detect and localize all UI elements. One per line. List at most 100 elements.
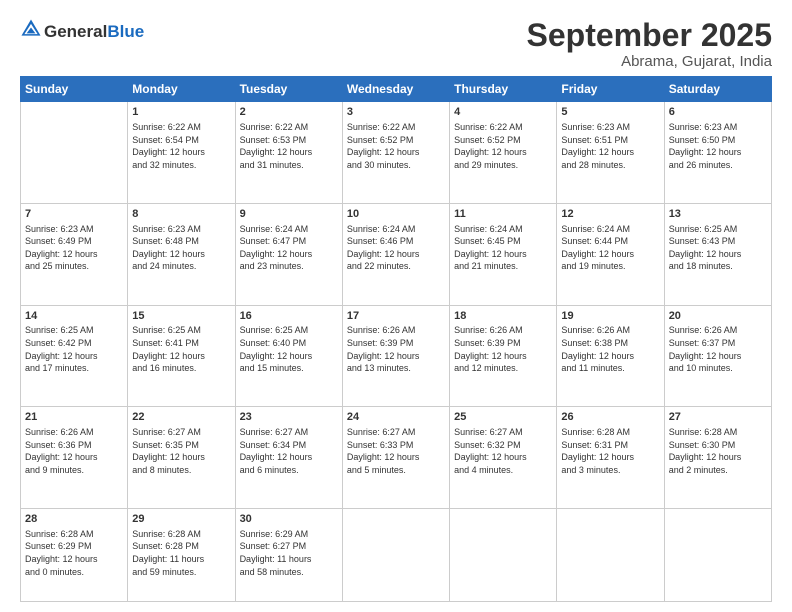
day-info: Sunrise: 6:26 AM Sunset: 6:38 PM Dayligh… bbox=[561, 324, 659, 374]
day-number: 30 bbox=[240, 512, 338, 527]
calendar-cell: 2Sunrise: 6:22 AM Sunset: 6:53 PM Daylig… bbox=[235, 102, 342, 204]
calendar-cell bbox=[450, 508, 557, 601]
title-block: September 2025 Abrama, Gujarat, India bbox=[527, 18, 772, 70]
calendar-week-5: 28Sunrise: 6:28 AM Sunset: 6:29 PM Dayli… bbox=[21, 508, 772, 601]
day-info: Sunrise: 6:26 AM Sunset: 6:39 PM Dayligh… bbox=[347, 324, 445, 374]
calendar-week-3: 14Sunrise: 6:25 AM Sunset: 6:42 PM Dayli… bbox=[21, 305, 772, 407]
day-number: 23 bbox=[240, 410, 338, 425]
day-number: 10 bbox=[347, 207, 445, 222]
day-number: 5 bbox=[561, 105, 659, 120]
day-number: 3 bbox=[347, 105, 445, 120]
calendar-cell: 22Sunrise: 6:27 AM Sunset: 6:35 PM Dayli… bbox=[128, 407, 235, 509]
calendar-cell: 4Sunrise: 6:22 AM Sunset: 6:52 PM Daylig… bbox=[450, 102, 557, 204]
day-info: Sunrise: 6:24 AM Sunset: 6:44 PM Dayligh… bbox=[561, 223, 659, 273]
calendar-cell: 21Sunrise: 6:26 AM Sunset: 6:36 PM Dayli… bbox=[21, 407, 128, 509]
day-number: 9 bbox=[240, 207, 338, 222]
day-number: 24 bbox=[347, 410, 445, 425]
calendar-cell: 6Sunrise: 6:23 AM Sunset: 6:50 PM Daylig… bbox=[664, 102, 771, 204]
day-number: 16 bbox=[240, 309, 338, 324]
day-info: Sunrise: 6:28 AM Sunset: 6:28 PM Dayligh… bbox=[132, 528, 230, 578]
calendar-cell: 26Sunrise: 6:28 AM Sunset: 6:31 PM Dayli… bbox=[557, 407, 664, 509]
calendar-week-4: 21Sunrise: 6:26 AM Sunset: 6:36 PM Dayli… bbox=[21, 407, 772, 509]
calendar-cell: 19Sunrise: 6:26 AM Sunset: 6:38 PM Dayli… bbox=[557, 305, 664, 407]
calendar-cell: 11Sunrise: 6:24 AM Sunset: 6:45 PM Dayli… bbox=[450, 203, 557, 305]
weekday-header-friday: Friday bbox=[557, 77, 664, 102]
calendar-cell: 8Sunrise: 6:23 AM Sunset: 6:48 PM Daylig… bbox=[128, 203, 235, 305]
day-number: 26 bbox=[561, 410, 659, 425]
calendar-cell bbox=[342, 508, 449, 601]
weekday-header-thursday: Thursday bbox=[450, 77, 557, 102]
weekday-header-monday: Monday bbox=[128, 77, 235, 102]
day-number: 17 bbox=[347, 309, 445, 324]
calendar-cell: 12Sunrise: 6:24 AM Sunset: 6:44 PM Dayli… bbox=[557, 203, 664, 305]
header: GeneralBlue September 2025 Abrama, Gujar… bbox=[20, 18, 772, 70]
day-info: Sunrise: 6:25 AM Sunset: 6:42 PM Dayligh… bbox=[25, 324, 123, 374]
calendar-cell: 3Sunrise: 6:22 AM Sunset: 6:52 PM Daylig… bbox=[342, 102, 449, 204]
day-number: 7 bbox=[25, 207, 123, 222]
calendar-cell: 27Sunrise: 6:28 AM Sunset: 6:30 PM Dayli… bbox=[664, 407, 771, 509]
logo-blue: Blue bbox=[107, 22, 144, 41]
weekday-header-saturday: Saturday bbox=[664, 77, 771, 102]
calendar-cell: 18Sunrise: 6:26 AM Sunset: 6:39 PM Dayli… bbox=[450, 305, 557, 407]
day-number: 28 bbox=[25, 512, 123, 527]
calendar-cell: 10Sunrise: 6:24 AM Sunset: 6:46 PM Dayli… bbox=[342, 203, 449, 305]
day-number: 2 bbox=[240, 105, 338, 120]
day-number: 27 bbox=[669, 410, 767, 425]
day-info: Sunrise: 6:25 AM Sunset: 6:40 PM Dayligh… bbox=[240, 324, 338, 374]
day-number: 21 bbox=[25, 410, 123, 425]
day-info: Sunrise: 6:25 AM Sunset: 6:43 PM Dayligh… bbox=[669, 223, 767, 273]
day-number: 13 bbox=[669, 207, 767, 222]
calendar-cell: 28Sunrise: 6:28 AM Sunset: 6:29 PM Dayli… bbox=[21, 508, 128, 601]
day-info: Sunrise: 6:22 AM Sunset: 6:52 PM Dayligh… bbox=[454, 121, 552, 171]
day-info: Sunrise: 6:29 AM Sunset: 6:27 PM Dayligh… bbox=[240, 528, 338, 578]
calendar-cell: 9Sunrise: 6:24 AM Sunset: 6:47 PM Daylig… bbox=[235, 203, 342, 305]
day-number: 4 bbox=[454, 105, 552, 120]
calendar-cell: 5Sunrise: 6:23 AM Sunset: 6:51 PM Daylig… bbox=[557, 102, 664, 204]
day-number: 14 bbox=[25, 309, 123, 324]
weekday-header-row: SundayMondayTuesdayWednesdayThursdayFrid… bbox=[21, 77, 772, 102]
calendar-cell bbox=[21, 102, 128, 204]
day-info: Sunrise: 6:22 AM Sunset: 6:52 PM Dayligh… bbox=[347, 121, 445, 171]
calendar-cell: 16Sunrise: 6:25 AM Sunset: 6:40 PM Dayli… bbox=[235, 305, 342, 407]
day-info: Sunrise: 6:26 AM Sunset: 6:37 PM Dayligh… bbox=[669, 324, 767, 374]
day-info: Sunrise: 6:24 AM Sunset: 6:46 PM Dayligh… bbox=[347, 223, 445, 273]
calendar-week-2: 7Sunrise: 6:23 AM Sunset: 6:49 PM Daylig… bbox=[21, 203, 772, 305]
day-info: Sunrise: 6:27 AM Sunset: 6:35 PM Dayligh… bbox=[132, 426, 230, 476]
day-info: Sunrise: 6:23 AM Sunset: 6:50 PM Dayligh… bbox=[669, 121, 767, 171]
day-number: 6 bbox=[669, 105, 767, 120]
day-info: Sunrise: 6:25 AM Sunset: 6:41 PM Dayligh… bbox=[132, 324, 230, 374]
calendar-cell: 14Sunrise: 6:25 AM Sunset: 6:42 PM Dayli… bbox=[21, 305, 128, 407]
day-info: Sunrise: 6:27 AM Sunset: 6:32 PM Dayligh… bbox=[454, 426, 552, 476]
day-number: 8 bbox=[132, 207, 230, 222]
day-info: Sunrise: 6:23 AM Sunset: 6:49 PM Dayligh… bbox=[25, 223, 123, 273]
day-number: 29 bbox=[132, 512, 230, 527]
calendar-cell: 15Sunrise: 6:25 AM Sunset: 6:41 PM Dayli… bbox=[128, 305, 235, 407]
calendar-cell: 1Sunrise: 6:22 AM Sunset: 6:54 PM Daylig… bbox=[128, 102, 235, 204]
day-number: 18 bbox=[454, 309, 552, 324]
calendar-cell: 25Sunrise: 6:27 AM Sunset: 6:32 PM Dayli… bbox=[450, 407, 557, 509]
calendar-cell: 30Sunrise: 6:29 AM Sunset: 6:27 PM Dayli… bbox=[235, 508, 342, 601]
calendar-cell: 20Sunrise: 6:26 AM Sunset: 6:37 PM Dayli… bbox=[664, 305, 771, 407]
day-number: 1 bbox=[132, 105, 230, 120]
logo-icon bbox=[20, 18, 42, 40]
day-info: Sunrise: 6:22 AM Sunset: 6:54 PM Dayligh… bbox=[132, 121, 230, 171]
day-info: Sunrise: 6:24 AM Sunset: 6:45 PM Dayligh… bbox=[454, 223, 552, 273]
calendar-cell: 24Sunrise: 6:27 AM Sunset: 6:33 PM Dayli… bbox=[342, 407, 449, 509]
calendar-cell: 17Sunrise: 6:26 AM Sunset: 6:39 PM Dayli… bbox=[342, 305, 449, 407]
day-info: Sunrise: 6:23 AM Sunset: 6:48 PM Dayligh… bbox=[132, 223, 230, 273]
calendar-week-1: 1Sunrise: 6:22 AM Sunset: 6:54 PM Daylig… bbox=[21, 102, 772, 204]
location-title: Abrama, Gujarat, India bbox=[527, 53, 772, 70]
day-info: Sunrise: 6:24 AM Sunset: 6:47 PM Dayligh… bbox=[240, 223, 338, 273]
weekday-header-wednesday: Wednesday bbox=[342, 77, 449, 102]
logo: GeneralBlue bbox=[20, 18, 144, 45]
calendar-table: SundayMondayTuesdayWednesdayThursdayFrid… bbox=[20, 76, 772, 602]
day-info: Sunrise: 6:28 AM Sunset: 6:31 PM Dayligh… bbox=[561, 426, 659, 476]
calendar-cell: 7Sunrise: 6:23 AM Sunset: 6:49 PM Daylig… bbox=[21, 203, 128, 305]
day-info: Sunrise: 6:22 AM Sunset: 6:53 PM Dayligh… bbox=[240, 121, 338, 171]
day-number: 22 bbox=[132, 410, 230, 425]
day-number: 19 bbox=[561, 309, 659, 324]
calendar-cell bbox=[557, 508, 664, 601]
day-number: 20 bbox=[669, 309, 767, 324]
day-info: Sunrise: 6:28 AM Sunset: 6:30 PM Dayligh… bbox=[669, 426, 767, 476]
calendar-cell: 23Sunrise: 6:27 AM Sunset: 6:34 PM Dayli… bbox=[235, 407, 342, 509]
